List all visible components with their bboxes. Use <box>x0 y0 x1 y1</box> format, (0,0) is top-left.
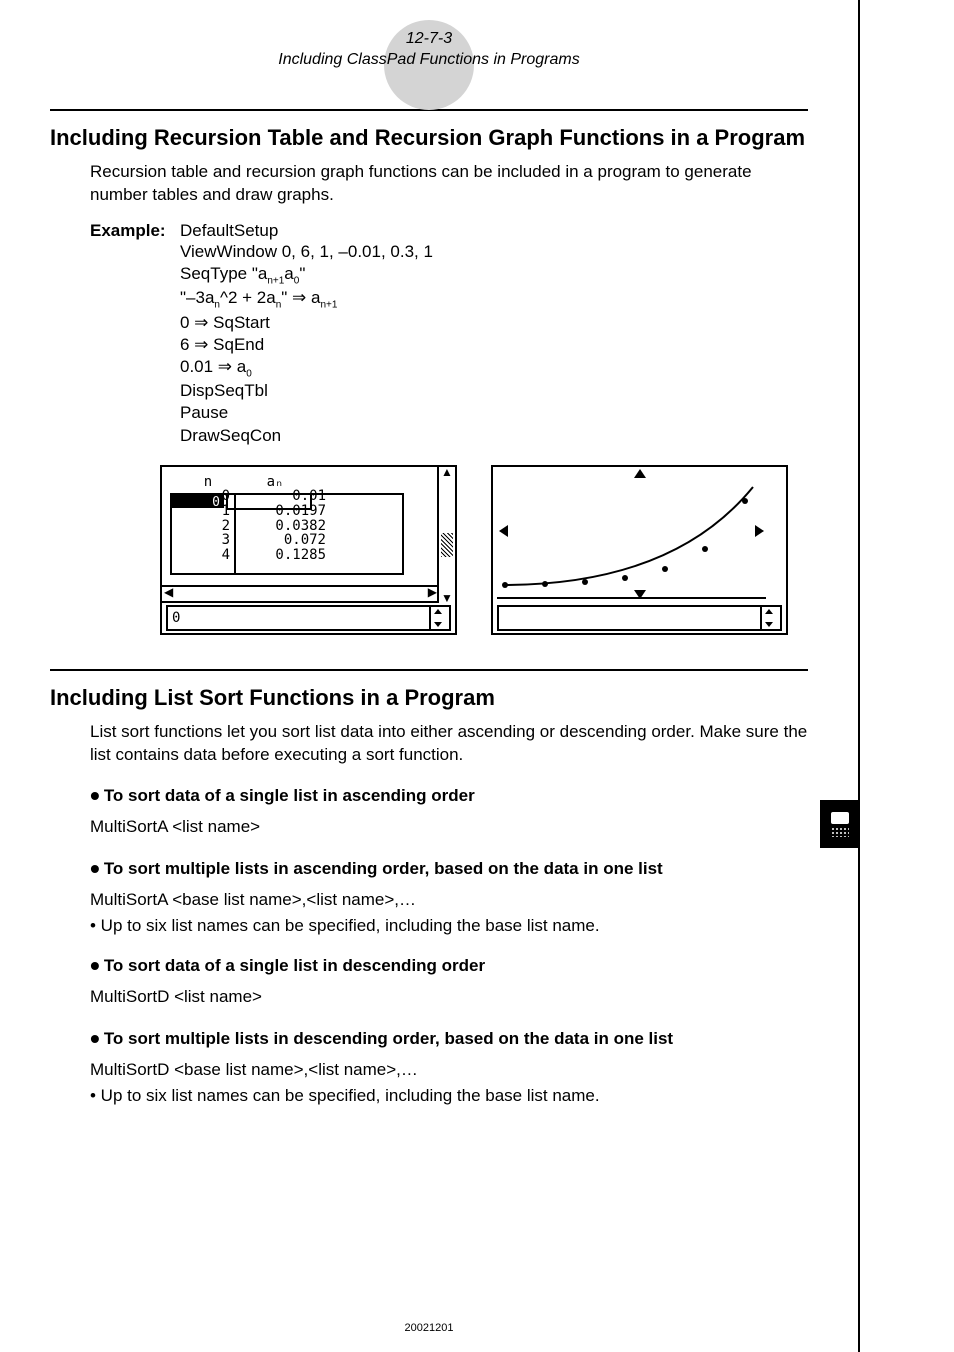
example-row: Example: DefaultSetup <box>90 221 808 241</box>
input-row[interactable]: 0 <box>166 605 451 631</box>
sort-heading: •To sort multiple lists in descending or… <box>90 1023 808 1055</box>
scroll-down-icon[interactable]: ▼ <box>441 591 453 605</box>
graph-curve <box>493 467 786 607</box>
pan-left-icon[interactable] <box>499 525 508 537</box>
scroll-thumb[interactable] <box>441 533 453 557</box>
graph-axis <box>497 597 766 599</box>
scroll-right-icon[interactable]: ▶ <box>428 585 437 599</box>
screenshots-row: n aₙ 00.01 10.0197 20.0382 30.072 40.128… <box>160 465 808 635</box>
input-value: 0 <box>168 610 180 626</box>
sequence-table-screen: n aₙ 00.01 10.0197 20.0382 30.072 40.128… <box>160 465 457 635</box>
code-line: 0 ⇒ SqStart <box>180 312 808 334</box>
code-line: ViewWindow 0, 6, 1, –0.01, 0.3, 1 <box>180 241 808 263</box>
code-line: Pause <box>180 402 808 424</box>
scroll-left-icon[interactable]: ◀ <box>164 585 173 599</box>
sequence-table: n aₙ 00.01 10.0197 20.0382 30.072 40.128… <box>186 475 326 563</box>
sort-heading: •To sort multiple lists in ascending ord… <box>90 853 808 885</box>
vertical-scrollbar[interactable]: ▲ ▼ <box>437 467 455 603</box>
selected-value-bracket <box>226 493 312 510</box>
selected-cell: 0 <box>172 495 224 508</box>
scroll-up-icon[interactable]: ▲ <box>441 465 453 479</box>
example-label: Example: <box>90 221 180 241</box>
col-header-an: aₙ <box>230 475 320 490</box>
section2-title: Including List Sort Functions in a Progr… <box>50 685 808 711</box>
code-line: DispSeqTbl <box>180 380 808 402</box>
sort-heading: •To sort data of a single list in ascend… <box>90 780 808 812</box>
section1-title: Including Recursion Table and Recursion … <box>50 125 808 151</box>
sort-note: • Up to six list names can be specified,… <box>90 1086 808 1106</box>
sort-note: • Up to six list names can be specified,… <box>90 916 808 936</box>
page-header: 12-7-3 Including ClassPad Functions in P… <box>50 30 808 69</box>
col-header-n: n <box>186 475 230 490</box>
footer-number: 20021201 <box>0 1322 858 1334</box>
spinner-icon[interactable] <box>429 605 451 631</box>
spinner-icon[interactable] <box>760 605 782 631</box>
code-block: ViewWindow 0, 6, 1, –0.01, 0.3, 1 SeqTyp… <box>180 241 808 447</box>
divider <box>50 669 808 671</box>
horizontal-scrollbar[interactable]: ◀ ▶ <box>162 585 439 603</box>
code-line: 0.01 ⇒ a0 <box>180 356 808 380</box>
sort-syntax: MultiSortD <list name> <box>90 986 808 1009</box>
calculator-icon <box>820 800 860 848</box>
sort-syntax: MultiSortA <list name> <box>90 816 808 839</box>
sort-heading: •To sort data of a single list in descen… <box>90 950 808 982</box>
page-number: 12-7-3 <box>50 30 808 48</box>
pan-right-icon[interactable] <box>755 525 764 537</box>
graph-input-row[interactable] <box>497 605 782 631</box>
code-line: "–3an^2 + 2an" ⇒ an+1 <box>180 287 808 311</box>
section1-intro: Recursion table and recursion graph func… <box>90 161 808 207</box>
section2-intro: List sort functions let you sort list da… <box>90 721 808 767</box>
page: 12-7-3 Including ClassPad Functions in P… <box>0 0 860 1352</box>
code-line: DrawSeqCon <box>180 425 808 447</box>
code-line: SeqType "an+1a0" <box>180 263 808 287</box>
pan-up-icon[interactable] <box>634 469 646 478</box>
sort-syntax: MultiSortA <base list name>,<list name>,… <box>90 889 808 912</box>
sort-syntax: MultiSortD <base list name>,<list name>,… <box>90 1059 808 1082</box>
code-line: 6 ⇒ SqEnd <box>180 334 808 356</box>
sequence-graph-screen <box>491 465 788 635</box>
code-line-1: DefaultSetup <box>180 221 278 241</box>
page-subtitle: Including ClassPad Functions in Programs <box>50 51 808 69</box>
